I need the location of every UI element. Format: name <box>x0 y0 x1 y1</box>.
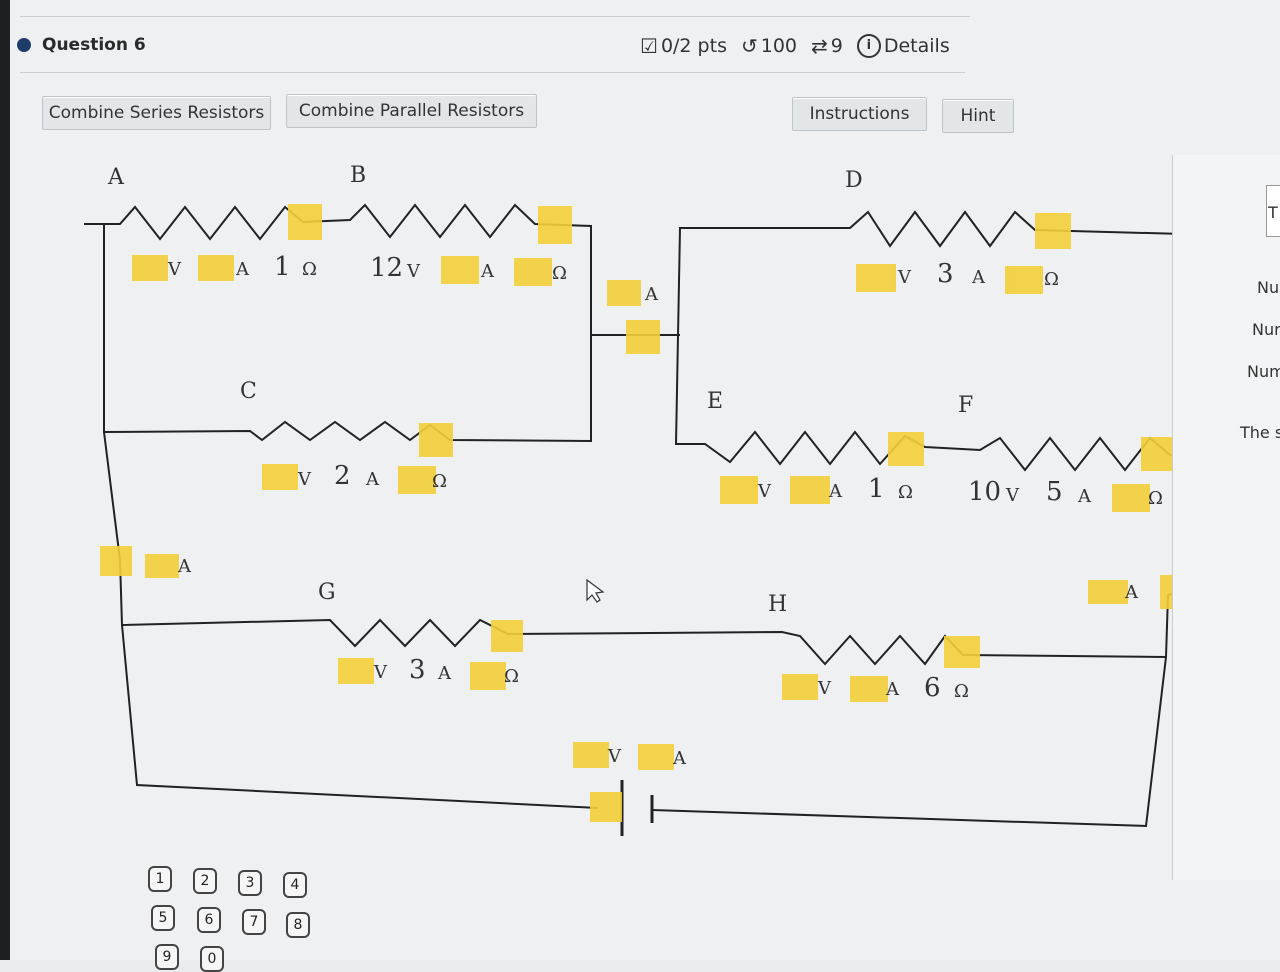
A-resistance-value: 1 <box>274 252 291 282</box>
left-unit-A: A <box>177 556 192 577</box>
circuit-diagram: A B D C E F G H V A 1 Ω 12 V A Ω A V 3 A… <box>84 163 1221 836</box>
answer-box-H-voltage[interactable] <box>782 674 818 700</box>
answer-box-node[interactable] <box>100 546 132 576</box>
E-unit-A: A <box>828 481 843 502</box>
mouse-cursor-icon <box>586 578 605 603</box>
D-unit-A: A <box>971 267 986 288</box>
C-unit-V: V <box>297 469 312 490</box>
B-unit-ohm: Ω <box>552 263 567 284</box>
keypad-key[interactable]: 1 <box>148 866 172 892</box>
answer-box-node[interactable] <box>288 204 322 240</box>
answer-box-battery-voltage[interactable] <box>573 742 609 768</box>
F-current-value: 5 <box>1046 477 1063 507</box>
answer-box-B-resistance[interactable] <box>514 258 552 286</box>
label-C: C <box>240 379 257 404</box>
H-unit-A: A <box>885 679 900 700</box>
E-resistance-value: 1 <box>868 474 885 504</box>
wire-loop-right <box>674 210 1221 472</box>
G-unit-ohm: Ω <box>504 666 519 687</box>
keypad-key[interactable]: 6 <box>197 907 221 933</box>
answer-box-D-voltage[interactable] <box>856 264 896 292</box>
mid-unit-A: A <box>644 284 659 305</box>
answer-box-node[interactable] <box>419 423 453 457</box>
answer-box-F-resistance[interactable] <box>1112 484 1150 512</box>
answer-box-right-current[interactable] <box>1088 580 1128 604</box>
side-text-3: Nur <box>1252 320 1280 339</box>
answer-box-node[interactable] <box>1035 213 1071 249</box>
answer-box-A-voltage[interactable] <box>132 255 168 281</box>
answer-box-G-voltage[interactable] <box>338 658 374 684</box>
side-text-2: Nu <box>1257 278 1280 297</box>
answer-box-H-current[interactable] <box>850 676 888 702</box>
answer-box-G-resistance[interactable] <box>470 662 506 690</box>
D-unit-V: V <box>897 267 912 288</box>
keypad-key[interactable]: 5 <box>151 905 175 931</box>
side-panel <box>1172 155 1280 880</box>
answer-box-left-current[interactable] <box>145 554 179 578</box>
answer-box-C-voltage[interactable] <box>262 464 298 490</box>
A-unit-A: A <box>235 259 250 280</box>
keypad-key[interactable]: 0 <box>200 946 224 972</box>
answer-box-mid-current[interactable] <box>607 280 641 306</box>
G-unit-A: A <box>437 663 452 684</box>
keypad-key[interactable]: 2 <box>193 868 217 894</box>
battery-unit-A: A <box>672 748 687 769</box>
answer-box-node[interactable] <box>626 320 660 354</box>
label-H: H <box>768 592 787 617</box>
answer-box-E-voltage[interactable] <box>720 476 758 504</box>
C-current-value: 2 <box>334 461 351 491</box>
H-unit-ohm: Ω <box>954 681 969 702</box>
B-unit-A: A <box>480 261 495 282</box>
answer-box-node[interactable] <box>888 432 924 466</box>
answer-box-node[interactable] <box>590 792 622 822</box>
B-unit-V: V <box>406 261 421 282</box>
F-unit-A: A <box>1077 486 1092 507</box>
answer-box-node[interactable] <box>538 206 572 244</box>
label-A: A <box>107 165 125 190</box>
F-unit-ohm: Ω <box>1148 488 1163 509</box>
keypad-key[interactable]: 8 <box>286 912 310 938</box>
label-E: E <box>707 389 723 414</box>
answer-box-battery-current[interactable] <box>638 744 674 770</box>
label-G: G <box>318 580 336 605</box>
H-resistance-value: 6 <box>924 673 941 703</box>
E-unit-V: V <box>757 481 772 502</box>
H-unit-V: V <box>817 678 832 699</box>
A-unit-ohm: Ω <box>302 259 317 280</box>
E-unit-ohm: Ω <box>898 482 913 503</box>
answer-box-E-current[interactable] <box>790 476 830 504</box>
side-text-1: T <box>1268 203 1278 222</box>
G-unit-V: V <box>373 662 388 683</box>
label-B: B <box>350 163 366 188</box>
D-current-value: 3 <box>937 259 954 289</box>
answer-box-B-current[interactable] <box>441 256 479 284</box>
wire-loop-top-left <box>84 203 592 443</box>
G-current-value: 3 <box>409 655 426 685</box>
side-text-4: Num <box>1247 362 1280 381</box>
answer-box-D-resistance[interactable] <box>1005 266 1043 294</box>
F-unit-V: V <box>1005 485 1020 506</box>
side-text-5: The s <box>1240 423 1280 442</box>
right-unit-A: A <box>1124 582 1139 603</box>
answer-box-A-current[interactable] <box>198 255 234 281</box>
keypad-key[interactable]: 4 <box>283 872 307 898</box>
answer-box-node[interactable] <box>491 620 523 652</box>
B-voltage-value: 12 <box>370 253 403 283</box>
battery-unit-V: V <box>607 746 622 767</box>
F-voltage-value: 10 <box>968 477 1001 507</box>
A-unit-V: V <box>167 259 182 280</box>
keypad-key[interactable]: 3 <box>238 870 262 896</box>
answer-box-node[interactable] <box>944 636 980 668</box>
keypad-key[interactable]: 7 <box>242 909 266 935</box>
D-unit-ohm: Ω <box>1044 269 1059 290</box>
label-F: F <box>958 393 973 418</box>
C-unit-ohm: Ω <box>432 471 447 492</box>
C-unit-A: A <box>365 469 380 490</box>
answer-box-C-resistance[interactable] <box>398 466 436 494</box>
keypad-key[interactable]: 9 <box>155 944 179 970</box>
label-D: D <box>845 168 863 193</box>
